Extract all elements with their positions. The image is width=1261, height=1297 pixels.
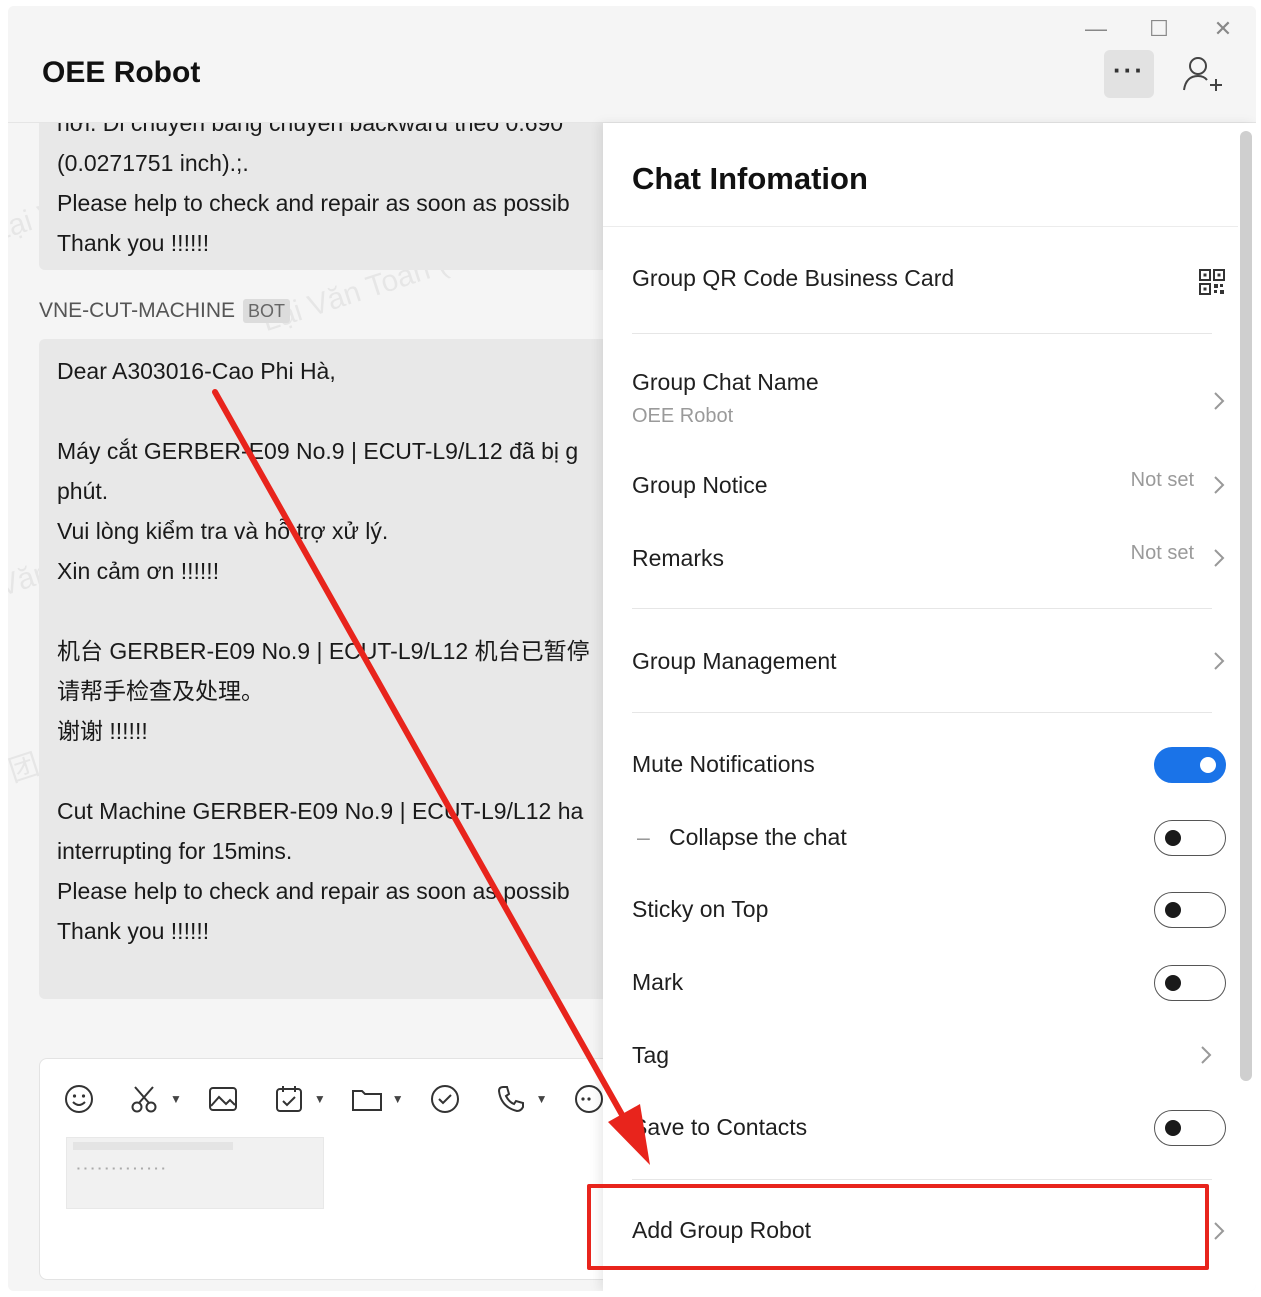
message-line [57,391,608,431]
divider [603,226,1238,227]
collapse-chat-label: Collapse the chat [669,824,847,850]
tag-label: Tag [632,1042,670,1068]
mark-toggle[interactable] [1154,965,1226,1001]
sticky-on-top-toggle[interactable] [1154,892,1226,928]
mark-label: Mark [632,969,684,995]
more-tools-icon[interactable] [570,1080,608,1118]
phone-icon[interactable] [492,1080,530,1118]
thumbnail-content: ▪ ▪ ▪ ▪ ▪ ▪ ▪ ▪ ▪ ▪ ▪ ▪ ▪ [77,1164,166,1173]
message-line: (0.0271751 inch).;. [57,150,249,176]
message-line: interrupting for 15mins. [57,838,293,864]
divider [632,333,1212,334]
message-line: Please help to check and repair as soon … [57,878,570,904]
group-notice-label: Group Notice [632,472,768,498]
group-notice-value: Not set [1130,469,1194,491]
message-line: Xin cảm ơn !!!!!! [57,558,220,584]
scissors-icon[interactable] [126,1080,164,1118]
add-member-icon[interactable] [1180,54,1224,94]
chat-header: OEE Robot — ☐ ✕ ··· [8,6,1256,123]
more-options-button[interactable]: ··· [1104,50,1154,98]
save-to-contacts-toggle[interactable] [1154,1110,1226,1146]
calendar-icon[interactable] [270,1080,308,1118]
message-line: Máy cắt GERBER-E09 No.9 | ECUT-L9/L12 đã… [57,438,579,464]
message-line: hơi. Di chuyển băng chuyền backward theo… [57,123,564,136]
message-bubble[interactable]: Dear A303016-Cao Phi Hà, Máy cắt GERBER-… [39,339,608,999]
chevron-down-icon[interactable]: ▼ [536,1092,548,1106]
panel-title: Chat Infomation [632,161,868,196]
panel-scrollbar[interactable] [1240,131,1252,1081]
remarks-value: Not set [1130,542,1194,564]
message-line: Thank you !!!!!! [57,918,210,944]
divider [632,1179,1212,1180]
task-check-icon[interactable] [426,1080,464,1118]
chevron-right-icon[interactable] [1213,1221,1225,1241]
close-icon[interactable]: ✕ [1210,16,1236,42]
message-line: 请帮手检查及处理。 [57,678,264,704]
toggle-knob [1165,830,1181,846]
dash-icon: – [637,824,650,850]
group-chat-name-value: OEE Robot [632,405,734,427]
folder-icon[interactable] [348,1080,386,1118]
divider [632,712,1212,713]
emoji-icon[interactable] [60,1080,98,1118]
chevron-right-icon[interactable] [1213,391,1225,411]
maximize-icon[interactable]: ☐ [1146,16,1172,42]
message-line: Vui lòng kiểm tra và hỗ trợ xử lý. [57,518,389,544]
chevron-down-icon[interactable]: ▼ [170,1092,182,1106]
thumbnail-bar [73,1142,233,1150]
chat-messages[interactable]: Lại Văn Toàn (Y Lại Văn Toàn (Y Lại Văn … [8,123,608,1291]
chevron-right-icon[interactable] [1213,475,1225,495]
message-line [57,591,608,631]
chevron-right-icon[interactable] [1213,651,1225,671]
chevron-down-icon[interactable]: ▼ [314,1092,326,1106]
message-bubble[interactable]: hơi. Di chuyển băng chuyền backward theo… [39,123,608,270]
message-line: Thank you !!!!!! [57,230,210,256]
save-to-contacts-label: Save to Contacts [632,1114,808,1140]
message-line [57,751,608,791]
message-line: 机台 GERBER-E09 No.9 | ECUT-L9/L12 机台已暂停 [57,638,590,664]
message-composer[interactable]: ▼ ▼ ▼ ▼ ▪ ▪ ▪ ▪ ▪ ▪ ▪ ▪ ▪ ▪ ▪ ▪ ▪ [39,1058,608,1280]
image-icon[interactable] [204,1080,242,1118]
chevron-right-icon[interactable] [1200,1045,1212,1065]
group-qr-code-label: Group QR Code Business Card [632,265,955,291]
chevron-right-icon[interactable] [1213,548,1225,568]
sender-name: VNE-CUT-MACHINE [39,299,236,322]
attachment-thumbnail[interactable]: ▪ ▪ ▪ ▪ ▪ ▪ ▪ ▪ ▪ ▪ ▪ ▪ ▪ [66,1137,324,1209]
message-sender: VNE-CUT-MACHINE BOT [39,299,291,323]
group-chat-name-label: Group Chat Name [632,369,819,395]
chat-title: OEE Robot [42,56,201,89]
message-line: Dear A303016-Cao Phi Hà, [57,358,336,384]
minimize-icon[interactable]: — [1083,16,1109,42]
mute-notifications-toggle[interactable] [1154,747,1226,783]
divider [632,608,1212,609]
message-line: 谢谢 !!!!!! [57,718,148,744]
chevron-down-icon[interactable]: ▼ [392,1092,404,1106]
message-line: Cut Machine GERBER-E09 No.9 | ECUT-L9/L1… [57,798,584,824]
qr-code-icon[interactable] [1199,269,1225,295]
chat-window: OEE Robot — ☐ ✕ ··· Lại Văn Toàn (Y Lại … [8,6,1256,1291]
group-management-label: Group Management [632,648,837,674]
composer-toolbar: ▼ ▼ ▼ ▼ [60,1079,608,1119]
bot-badge: BOT [243,299,291,323]
collapse-chat-toggle[interactable] [1154,820,1226,856]
toggle-knob [1165,902,1181,918]
sticky-on-top-label: Sticky on Top [632,896,769,922]
chat-info-panel: Chat Infomation Group QR Code Business C… [603,123,1256,1291]
remarks-label: Remarks [632,545,725,571]
toggle-knob [1200,757,1216,773]
add-group-robot-label: Add Group Robot [632,1217,812,1243]
message-line: Please help to check and repair as soon … [57,190,570,216]
message-line: phút. [57,478,109,504]
mute-notifications-label: Mute Notifications [632,751,815,777]
toggle-knob [1165,1120,1181,1136]
toggle-knob [1165,975,1181,991]
